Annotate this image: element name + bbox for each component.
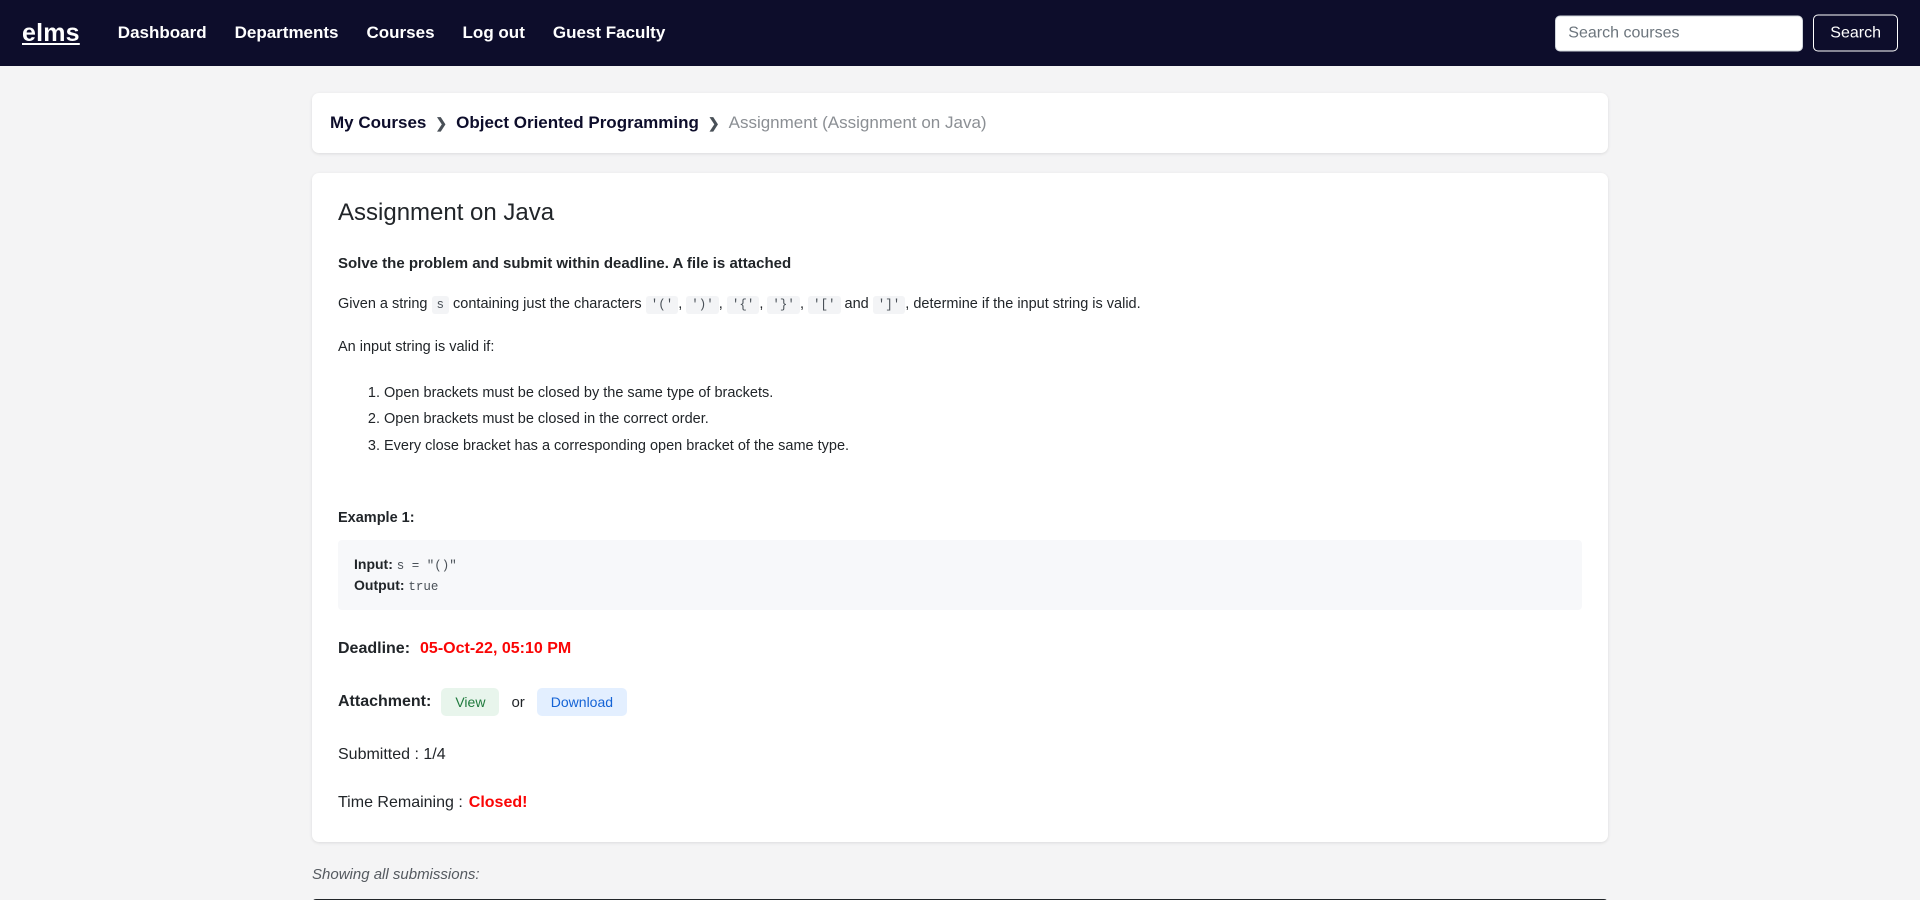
- nav-item-dashboard[interactable]: Dashboard: [118, 23, 207, 43]
- deadline-row: Deadline: 05-Oct-22, 05:10 PM: [338, 640, 1582, 658]
- submitted-count: Submitted : 1/4: [338, 746, 446, 764]
- rules-list: Open brackets must be closed by the same…: [338, 380, 1582, 460]
- inline-code-close-paren: ')': [686, 296, 719, 314]
- download-attachment-button[interactable]: Download: [536, 688, 628, 717]
- or-separator: or: [511, 693, 525, 711]
- list-item: Open brackets must be closed by the same…: [384, 380, 1582, 407]
- inline-code-close-brace: '}': [767, 296, 800, 314]
- list-item: Every close bracket has a corresponding …: [384, 433, 1582, 460]
- nav-item-guest-faculty[interactable]: Guest Faculty: [553, 23, 665, 43]
- search-button[interactable]: Search: [1813, 14, 1898, 52]
- nav-item-logout[interactable]: Log out: [463, 23, 525, 43]
- assignment-intro: Solve the problem and submit within dead…: [338, 255, 792, 272]
- breadcrumb-card: My Courses ❯ Object Oriented Programming…: [312, 93, 1608, 153]
- page-title: Assignment on Java: [338, 199, 555, 226]
- example-output-value: true: [408, 580, 439, 595]
- breadcrumb-item-course[interactable]: Object Oriented Programming: [456, 113, 699, 133]
- attachment-row: Attachment: View or Download: [338, 688, 1582, 717]
- attachment-label: Attachment:: [338, 693, 432, 711]
- inline-code-close-bracket: ']': [872, 296, 906, 314]
- desc-comma-4: ,: [799, 296, 804, 312]
- example-input-value: s = "()": [396, 558, 457, 573]
- desc-text-2: containing just the characters: [453, 296, 642, 312]
- example-code-block: Input: s = "()" Output: true: [338, 539, 1582, 611]
- brand-logo[interactable]: elms: [22, 19, 80, 48]
- chevron-right-icon: ❯: [707, 114, 720, 131]
- desc-comma-2: ,: [718, 296, 723, 312]
- desc-text-1: Given a string: [338, 296, 428, 312]
- desc-text-3: , determine if the input string is valid…: [905, 296, 1141, 312]
- list-item: Open brackets must be closed in the corr…: [384, 406, 1582, 433]
- desc-comma-3: ,: [759, 296, 764, 312]
- submissions-caption: Showing all submissions:: [312, 866, 480, 884]
- chevron-right-icon: ❯: [435, 114, 448, 131]
- example-input-label: Input:: [354, 555, 393, 572]
- breadcrumb: My Courses ❯ Object Oriented Programming…: [330, 113, 1590, 133]
- breadcrumb-item-my-courses[interactable]: My Courses: [330, 113, 426, 133]
- inline-code-open-brace: '{': [726, 296, 760, 314]
- nav-item-departments[interactable]: Departments: [235, 23, 339, 43]
- nav-links: Dashboard Departments Courses Log out Gu…: [118, 23, 665, 43]
- example-output-label: Output:: [354, 577, 405, 594]
- navbar-search-group: Search: [1555, 14, 1898, 52]
- inline-code-open-paren: '(': [645, 296, 679, 314]
- deadline-label: Deadline:: [338, 640, 411, 658]
- valid-if-label: An input string is valid if:: [338, 338, 495, 355]
- time-remaining-value: Closed!: [468, 794, 528, 812]
- time-remaining-row: Time Remaining : Closed!: [338, 794, 1582, 812]
- desc-and: and: [844, 296, 869, 312]
- assignment-card: Assignment on Java Solve the problem and…: [312, 173, 1608, 843]
- deadline-value: 05-Oct-22, 05:10 PM: [420, 640, 572, 658]
- view-attachment-button[interactable]: View: [441, 688, 500, 717]
- top-navbar: elms Dashboard Departments Courses Log o…: [0, 0, 1920, 66]
- breadcrumb-item-current: Assignment (Assignment on Java): [728, 113, 987, 132]
- example-output-line: Output: true: [354, 575, 1566, 596]
- example-input-line: Input: s = "()": [354, 554, 1566, 575]
- submitted-count-row: Submitted : 1/4: [338, 746, 1582, 764]
- inline-code-s: s: [431, 296, 450, 314]
- page-content: My Courses ❯ Object Oriented Programming…: [0, 93, 1920, 900]
- nav-item-courses[interactable]: Courses: [367, 23, 435, 43]
- desc-comma-1: ,: [678, 296, 683, 312]
- search-input[interactable]: [1555, 15, 1804, 51]
- assignment-description: Given a string s containing just the cha…: [338, 294, 1582, 316]
- example-label: Example 1:: [338, 509, 415, 526]
- time-remaining-label: Time Remaining :: [338, 794, 463, 812]
- inline-code-open-bracket: '[': [808, 296, 841, 314]
